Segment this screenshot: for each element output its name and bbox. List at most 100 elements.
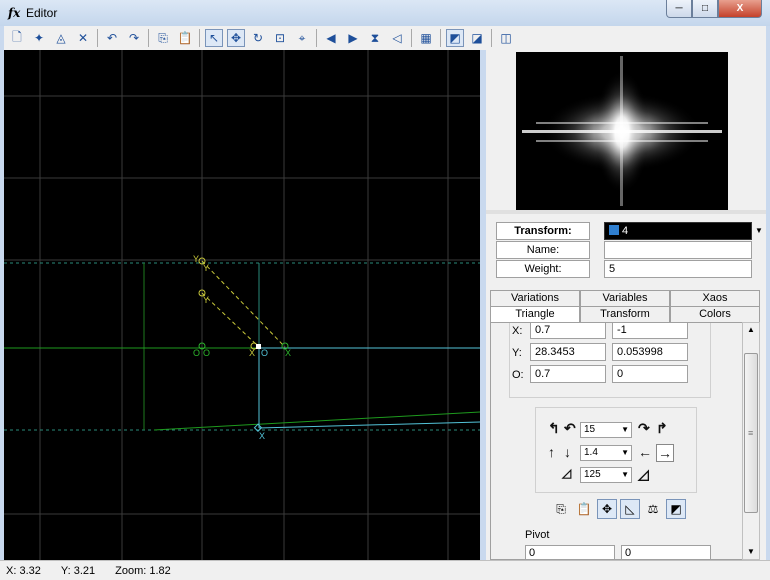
window-title: Editor [26, 6, 58, 20]
scale-select[interactable]: 125 ▼ [580, 467, 632, 483]
y-b-field[interactable]: 0.053998 [612, 343, 688, 361]
paste-icon[interactable]: 📋 [176, 29, 194, 47]
toolbar: 🗋 ✦ ◬ ✕ ↶ ↷ ⎘ 📋 ↖ ✥ ↻ ⊡ ⌖ ◀ ▶ ⧗ ◁ ▦ ◩ ◪ ◫ [4, 26, 766, 50]
undo-icon[interactable]: ↶ [103, 29, 121, 47]
copy-icon[interactable]: ⎘ [154, 29, 172, 47]
flip-right-icon[interactable]: ▶ [344, 29, 362, 47]
toolbar-separator [316, 29, 317, 47]
delete-icon[interactable]: ✕ [74, 29, 92, 47]
scroll-thumb[interactable]: ≡ [744, 353, 758, 513]
triangle-panel: X: 0.7 -1 Y: 28.3453 0.053998 O: 0.7 0 ↰… [490, 322, 744, 560]
panel-scrollbar[interactable]: ▲ ≡ ▼ [742, 322, 760, 560]
transform-controls-group: ↰ ↶ 15 ▼ ↷ ↱ ↑ ↓ 1.4 ▼ ← → ◿ 125 ▼ ◿ [535, 407, 697, 493]
rotate-cw-icon[interactable]: ↷ [638, 420, 650, 437]
status-bar: X: 3.32 Y: 3.21 Zoom: 1.82 [0, 560, 770, 580]
pivot-y-field[interactable]: 0 [621, 545, 711, 559]
new-icon[interactable]: 🗋 [8, 29, 26, 47]
flip-h-icon[interactable]: ⧗ [366, 29, 384, 47]
cyan-edge [258, 421, 480, 429]
rotate-angle-select[interactable]: 15 ▼ [580, 422, 632, 438]
scroll-down-icon[interactable]: ▼ [743, 545, 759, 559]
chevron-down-icon[interactable]: ▼ [752, 222, 766, 240]
status-x: X: 3.32 [6, 564, 41, 577]
toolbar-separator [491, 29, 492, 47]
move-left-icon[interactable]: ← [638, 444, 652, 460]
o-b-field[interactable]: 0 [612, 365, 688, 383]
paste-triangle-icon[interactable]: 📋 [574, 499, 594, 519]
status-y: Y: 3.21 [60, 564, 96, 577]
tab-variations[interactable]: Variations [490, 290, 580, 306]
move-right-icon[interactable]: → [656, 444, 674, 462]
label-x: X [249, 348, 255, 358]
transform-select[interactable]: 4 [604, 222, 752, 240]
maximize-button[interactable]: □ [692, 0, 718, 18]
name-field[interactable] [604, 241, 752, 259]
transform-value: 4 [622, 225, 629, 237]
flip-left-icon[interactable]: ◀ [322, 29, 340, 47]
o-a-field[interactable]: 0.7 [530, 365, 606, 383]
show-triangles-icon[interactable]: ◩ [446, 29, 464, 47]
tab-variables[interactable]: Variables [580, 290, 670, 306]
x-label: X: [512, 325, 523, 337]
editor-window: fx Editor ─ □ X 🗋 ✦ ◬ ✕ ↶ ↷ ⎘ 📋 ↖ ✥ ↻ ⊡ ⌖ ◀ ▶ ⧗ ◁ ▦ ◩ ◪ ◫ [0, 0, 770, 580]
app-icon: fx [8, 6, 21, 20]
toolbar-separator [411, 29, 412, 47]
scale-down-icon[interactable]: ◿ [562, 466, 571, 480]
tab-transform[interactable]: Transform [580, 306, 670, 322]
x-a-field[interactable]: 0.7 [530, 323, 606, 339]
minimize-button[interactable]: ─ [666, 0, 692, 18]
redo-icon[interactable]: ↷ [125, 29, 143, 47]
show-triangle-icon[interactable]: ◩ [666, 499, 686, 519]
toolbar-separator [148, 29, 149, 47]
balance-icon[interactable]: ⚖ [643, 499, 663, 519]
label-y: Y [203, 263, 209, 273]
status-zoom: Zoom: 1.82 [115, 564, 171, 577]
selected-triangle-edge [201, 260, 286, 348]
canvas-drawing[interactable]: Y Y Y O O O X X X [4, 50, 480, 560]
y-label: Y: [512, 347, 522, 359]
o-label: O: [512, 369, 524, 381]
scale-up-icon[interactable]: ◿ [638, 466, 649, 483]
pivot-world-icon[interactable]: ◺ [620, 499, 640, 519]
tab-colors[interactable]: Colors [670, 306, 760, 322]
y-a-field[interactable]: 28.3453 [530, 343, 606, 361]
splitter[interactable] [486, 210, 766, 214]
new-preset-icon[interactable]: ✦ [30, 29, 48, 47]
label-o: O [261, 348, 268, 358]
triangle-color-icon [609, 225, 619, 235]
scale-icon[interactable]: ⊡ [271, 29, 289, 47]
select-icon[interactable]: ↖ [205, 29, 223, 47]
tabs-row-1: Variations Variables Xaos [490, 290, 760, 306]
pivot-center-icon[interactable]: ✥ [597, 499, 617, 519]
scroll-up-icon[interactable]: ▲ [743, 323, 759, 337]
show-var-icon[interactable]: ◪ [468, 29, 486, 47]
rotate-ccw-90-icon[interactable]: ↰ [548, 420, 560, 437]
settings-icon[interactable]: ◫ [497, 29, 515, 47]
pivot-x-field[interactable]: 0 [525, 545, 615, 559]
move-down-icon[interactable]: ↓ [564, 444, 571, 460]
triangle-edge [153, 411, 480, 431]
rotate-cw-90-icon[interactable]: ↱ [656, 420, 668, 437]
flip-v-icon[interactable]: ◁ [388, 29, 406, 47]
label-y: Y [193, 254, 199, 264]
x-b-field[interactable]: -1 [612, 323, 688, 339]
grid-icon[interactable]: ▦ [417, 29, 435, 47]
triangle-canvas[interactable]: Y Y Y O O O X X X [4, 50, 480, 560]
rotate-icon[interactable]: ↻ [249, 29, 267, 47]
reset-icon[interactable]: ◬ [52, 29, 70, 47]
move-icon[interactable]: ✥ [227, 29, 245, 47]
flame-preview-image [522, 56, 722, 206]
copy-triangle-icon[interactable]: ⎘ [551, 499, 571, 519]
transform-label: Transform: [496, 222, 590, 240]
title-bar[interactable]: fx Editor ─ □ X [0, 0, 770, 26]
close-button[interactable]: X [718, 0, 762, 18]
weight-field[interactable]: 5 [604, 260, 752, 278]
toolbar-separator [440, 29, 441, 47]
pivot-icon[interactable]: ⌖ [293, 29, 311, 47]
move-offset-select[interactable]: 1.4 ▼ [580, 445, 632, 461]
tab-xaos[interactable]: Xaos [670, 290, 760, 306]
label-x: X [285, 348, 291, 358]
move-up-icon[interactable]: ↑ [548, 444, 555, 460]
tab-triangle[interactable]: Triangle [490, 306, 580, 322]
rotate-ccw-icon[interactable]: ↶ [564, 420, 576, 437]
